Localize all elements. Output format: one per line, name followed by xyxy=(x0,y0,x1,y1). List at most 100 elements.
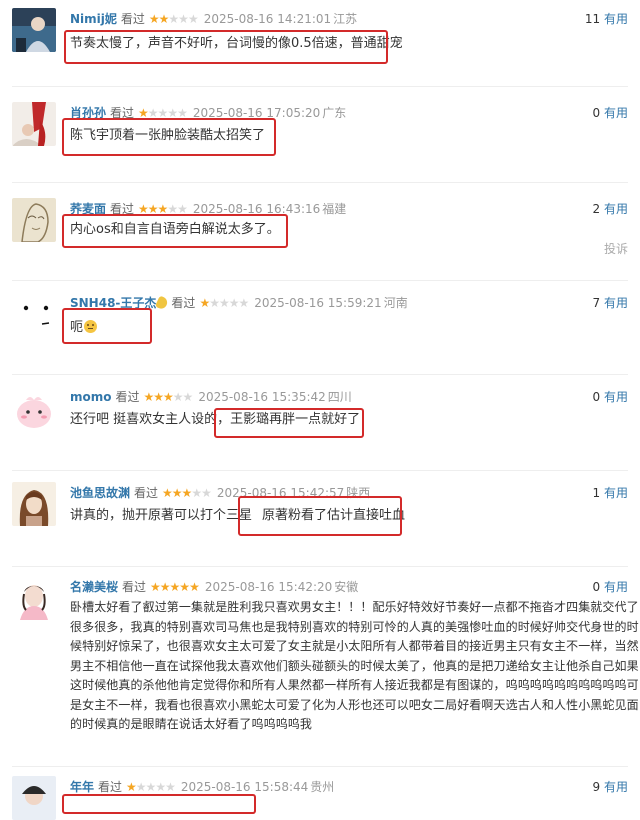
comment-item: 池鱼思故渊 看过 ★★★★★ 2025-08-16 15:42:57 陕西 1 有用 讲… xyxy=(0,482,640,572)
comment-time: 2025-08-16 16:43:16 xyxy=(192,202,321,216)
report-link[interactable]: 投诉 xyxy=(604,240,628,257)
username[interactable]: 名濑美桜 xyxy=(70,580,118,594)
useful-votes[interactable]: 0 有用 xyxy=(593,576,628,598)
comment-item: 肖孙孙 看过 ★★★★★ 2025-08-16 17:05:20 广东 0 有用 陈飞宇… xyxy=(0,102,640,192)
comment-text-highlighted: 王影璐再胖一点就好了 xyxy=(230,412,361,427)
watch-status: 看过 xyxy=(115,390,140,404)
comment-item: Nimij妮 看过 ★★★★★ 2025-08-16 14:21:01 江苏 11 有用… xyxy=(0,8,640,98)
useful-votes[interactable]: 0 有用 xyxy=(593,386,628,408)
comment-item: SNH48-王子杰 看过 ★★★★★ 2025-08-16 15:59:21 河南 7 … xyxy=(0,292,640,372)
useful-votes[interactable]: 1 有用 xyxy=(593,482,628,504)
comment-time: 2025-08-16 15:59:21 xyxy=(254,296,382,310)
comment-text-line: 男主不相信他一直在试探他我太喜欢他们额头碰额头的时候太美了，他真的是把刀递给女主… xyxy=(70,658,639,673)
comment-location: 安徽 xyxy=(334,580,359,594)
rating-stars: ★★★★★ xyxy=(162,486,212,500)
useful-votes[interactable]: 7 有用 xyxy=(593,292,628,314)
useful-label: 有用 xyxy=(603,486,628,500)
username[interactable]: 肖孙孙 xyxy=(70,106,106,120)
comment-item: 年年 看过 ★★★★★ 2025-08-16 15:58:44 贵州 9 有用 xyxy=(0,776,640,820)
comment-header: Nimij妮 看过 ★★★★★ 2025-08-16 14:21:01 江苏 xyxy=(70,8,357,30)
watch-status: 看过 xyxy=(98,780,123,794)
divider xyxy=(12,280,628,281)
rating-stars: ★★★★★ xyxy=(126,780,176,794)
watch-status: 看过 xyxy=(171,296,196,310)
comment-item: 名濑美桜 看过 ★★★★★ 2025-08-16 15:42:20 安徽 0 有用 卧槽… xyxy=(0,576,640,766)
useful-votes[interactable]: 11 有用 xyxy=(585,8,628,30)
comment-time: 2025-08-16 15:42:20 xyxy=(204,580,333,594)
useful-label: 有用 xyxy=(603,12,628,26)
avatar[interactable] xyxy=(12,198,56,242)
comment-location: 福建 xyxy=(322,202,347,216)
watch-status: 看过 xyxy=(122,580,147,594)
useful-count: 0 xyxy=(592,580,601,594)
useful-count: 0 xyxy=(592,390,601,404)
comment-header: 名濑美桜 看过 ★★★★★ 2025-08-16 15:42:20 安徽 xyxy=(70,576,358,598)
avatar[interactable] xyxy=(12,102,56,146)
username[interactable]: SNH48-王子杰 xyxy=(70,296,156,310)
watch-status: 看过 xyxy=(120,12,145,26)
watch-status: 看过 xyxy=(110,106,135,120)
avatar[interactable] xyxy=(12,292,56,336)
rating-stars: ★★★★★ xyxy=(138,202,188,216)
useful-count: 9 xyxy=(592,780,601,794)
rating-stars: ★★★★★ xyxy=(148,12,199,26)
comment-text-line: 很多很多，我真的特别喜欢司马焦也是我特别喜欢的特别可怜的人真的美强惨吐血的时候好… xyxy=(70,619,639,634)
comment-text-content: 讲真的，抛开原著可以打个三星 xyxy=(70,508,253,523)
useful-count: 11 xyxy=(584,12,601,26)
comment-header: 池鱼思故渊 看过 ★★★★★ 2025-08-16 15:42:57 陕西 xyxy=(70,482,370,504)
comment-text-line: 的时候真的是眼睛在说话太好看了呜呜呜呜我 xyxy=(70,717,313,731)
divider xyxy=(12,86,628,87)
useful-label: 有用 xyxy=(603,580,628,594)
comment-time: 2025-08-16 17:05:20 xyxy=(192,106,321,120)
comment-header: SNH48-王子杰 看过 ★★★★★ 2025-08-16 15:59:21 河南 xyxy=(70,292,408,314)
comment-text-line: 是女主不一样，我看也很喜欢小黑蛇太可爱了化为人形也还可以吧女二局好看啊天选古人和… xyxy=(70,697,639,712)
username[interactable]: momo xyxy=(70,390,112,404)
comment-location: 河南 xyxy=(383,296,408,310)
comment-location: 贵州 xyxy=(310,780,335,794)
useful-votes[interactable]: 2 有用 xyxy=(593,198,628,220)
comment-text-line: 卧槽太好看了叡过第一集就是胜利我只喜欢男女主！！！配乐好特效好节奏好一点都不拖沓… xyxy=(70,600,639,614)
badge-icon xyxy=(155,295,170,311)
comment-text: 内心os和自言自语旁白解说太多了。 xyxy=(70,222,280,237)
divider xyxy=(12,182,628,183)
username[interactable]: Nimij妮 xyxy=(70,12,117,26)
divider xyxy=(12,566,628,567)
comment-location: 广东 xyxy=(322,106,347,120)
comment-text: 陈飞宇顶着一张肿脸装酷太招笑了 xyxy=(70,128,266,143)
rating-stars: ★★★★★ xyxy=(150,580,200,594)
comment-text: 呃 xyxy=(70,318,98,338)
comment-text-line: 这时候他真的杀他他肯定觉得你和所有人果然都一样所有人接近我都是有图谋的，呜呜呜呜… xyxy=(70,678,639,692)
comment-text: 节奏太慢了，声音不好听，台词慢的像0.5倍速，普通甜宠 xyxy=(70,36,403,51)
useful-votes[interactable]: 9 有用 xyxy=(593,776,628,798)
useful-label: 有用 xyxy=(603,106,628,120)
comment-header: momo 看过 ★★★★★ 2025-08-16 15:35:42 四川 xyxy=(70,386,352,408)
useful-label: 有用 xyxy=(603,296,628,310)
avatar[interactable] xyxy=(12,482,56,526)
comment-location: 江苏 xyxy=(333,12,358,26)
username[interactable]: 年年 xyxy=(70,780,94,794)
comment-text-line: 候特别好惊呆了，也很喜欢女主太可爱了女主就是小太阳所有人都带着目的接近男主只有女… xyxy=(70,639,639,653)
divider xyxy=(12,470,628,471)
comment-time: 2025-08-16 14:21:01 xyxy=(203,12,332,26)
username[interactable]: 池鱼思故渊 xyxy=(70,486,130,500)
divider xyxy=(12,374,628,375)
avatar[interactable] xyxy=(12,8,56,52)
useful-label: 有用 xyxy=(603,202,628,216)
rating-stars: ★★★★★ xyxy=(143,390,194,404)
comment-location: 四川 xyxy=(327,390,352,404)
comment-header: 年年 看过 ★★★★★ 2025-08-16 15:58:44 贵州 xyxy=(70,776,334,798)
comment-time: 2025-08-16 15:35:42 xyxy=(198,390,326,404)
avatar[interactable] xyxy=(12,386,56,430)
username[interactable]: 荞麦面 xyxy=(70,202,106,216)
comment-text: 还行吧 挺喜欢女主人设的，王影璐再胖一点就好了 xyxy=(70,410,360,430)
comment-text-content: 还行吧 挺喜欢女主人设的， xyxy=(70,412,231,427)
useful-count: 0 xyxy=(592,106,601,120)
watch-status: 看过 xyxy=(110,202,135,216)
rating-stars: ★★★★★ xyxy=(199,296,249,310)
comment-time: 2025-08-16 15:42:57 xyxy=(216,486,345,500)
rating-stars: ★★★★★ xyxy=(138,106,188,120)
avatar[interactable] xyxy=(12,576,56,620)
avatar[interactable] xyxy=(12,776,56,820)
grimace-emoji-icon xyxy=(84,320,98,333)
useful-votes[interactable]: 0 有用 xyxy=(593,102,628,124)
